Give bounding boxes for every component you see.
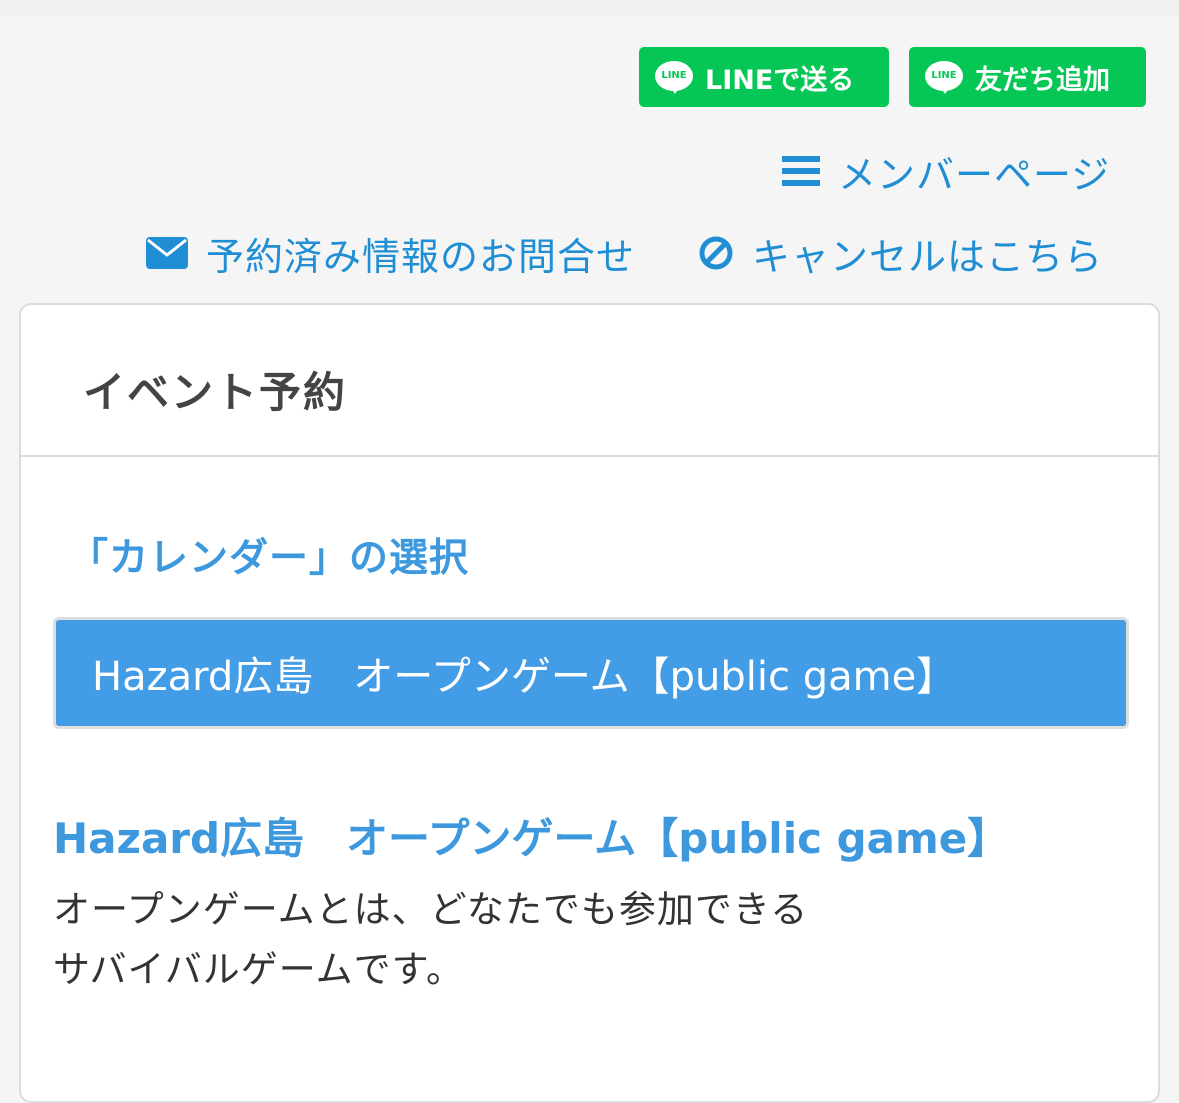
line-icon-text: LINE: [931, 70, 957, 81]
envelope-icon: [146, 237, 188, 269]
calendar-heading: 「カレンダー」の選択: [69, 536, 470, 581]
ban-icon: [699, 236, 733, 270]
line-add-friend-button[interactable]: LINE 友だち追加: [909, 47, 1146, 107]
member-page-link[interactable]: メンバーページ: [782, 146, 1111, 197]
line-icon-text: LINE: [661, 70, 687, 81]
event-description-line: サバイバルゲームです。: [53, 948, 464, 991]
card-header: イベント予約: [21, 305, 1158, 457]
line-send-label: LINEで送る: [705, 64, 855, 96]
line-send-button[interactable]: LINE LINEで送る: [639, 47, 889, 107]
reservation-inquiry-link[interactable]: 予約済み情報のお問合せ: [146, 228, 636, 279]
event-description-line: オープンゲームとは、どなたでも参加できる: [53, 888, 809, 931]
event-title: Hazard広島 オープンゲーム【public game】: [53, 814, 1010, 863]
line-icon: LINE: [655, 61, 693, 94]
reservation-inquiry-label: 予約済み情報のお問合せ: [206, 234, 636, 279]
event-reservation-card: イベント予約 「カレンダー」の選択 Hazard広島 オープンゲーム【publi…: [19, 303, 1160, 1103]
member-page-label: メンバーページ: [838, 152, 1111, 197]
cancel-link[interactable]: キャンセルはこちら: [698, 228, 1104, 279]
cancel-label: キャンセルはこちら: [752, 234, 1104, 279]
calendar-option-label: Hazard広島 オープンゲーム【public game】: [92, 654, 957, 700]
menu-icon: [782, 156, 820, 186]
line-add-friend-label: 友だち追加: [975, 64, 1110, 96]
event-description: オープンゲームとは、どなたでも参加できる サバイバルゲームです。: [53, 880, 808, 1000]
card-title: イベント予約: [83, 368, 348, 417]
top-bar: [0, 0, 1179, 16]
calendar-option-selected[interactable]: Hazard広島 オープンゲーム【public game】: [53, 617, 1129, 729]
line-icon: LINE: [925, 61, 963, 94]
